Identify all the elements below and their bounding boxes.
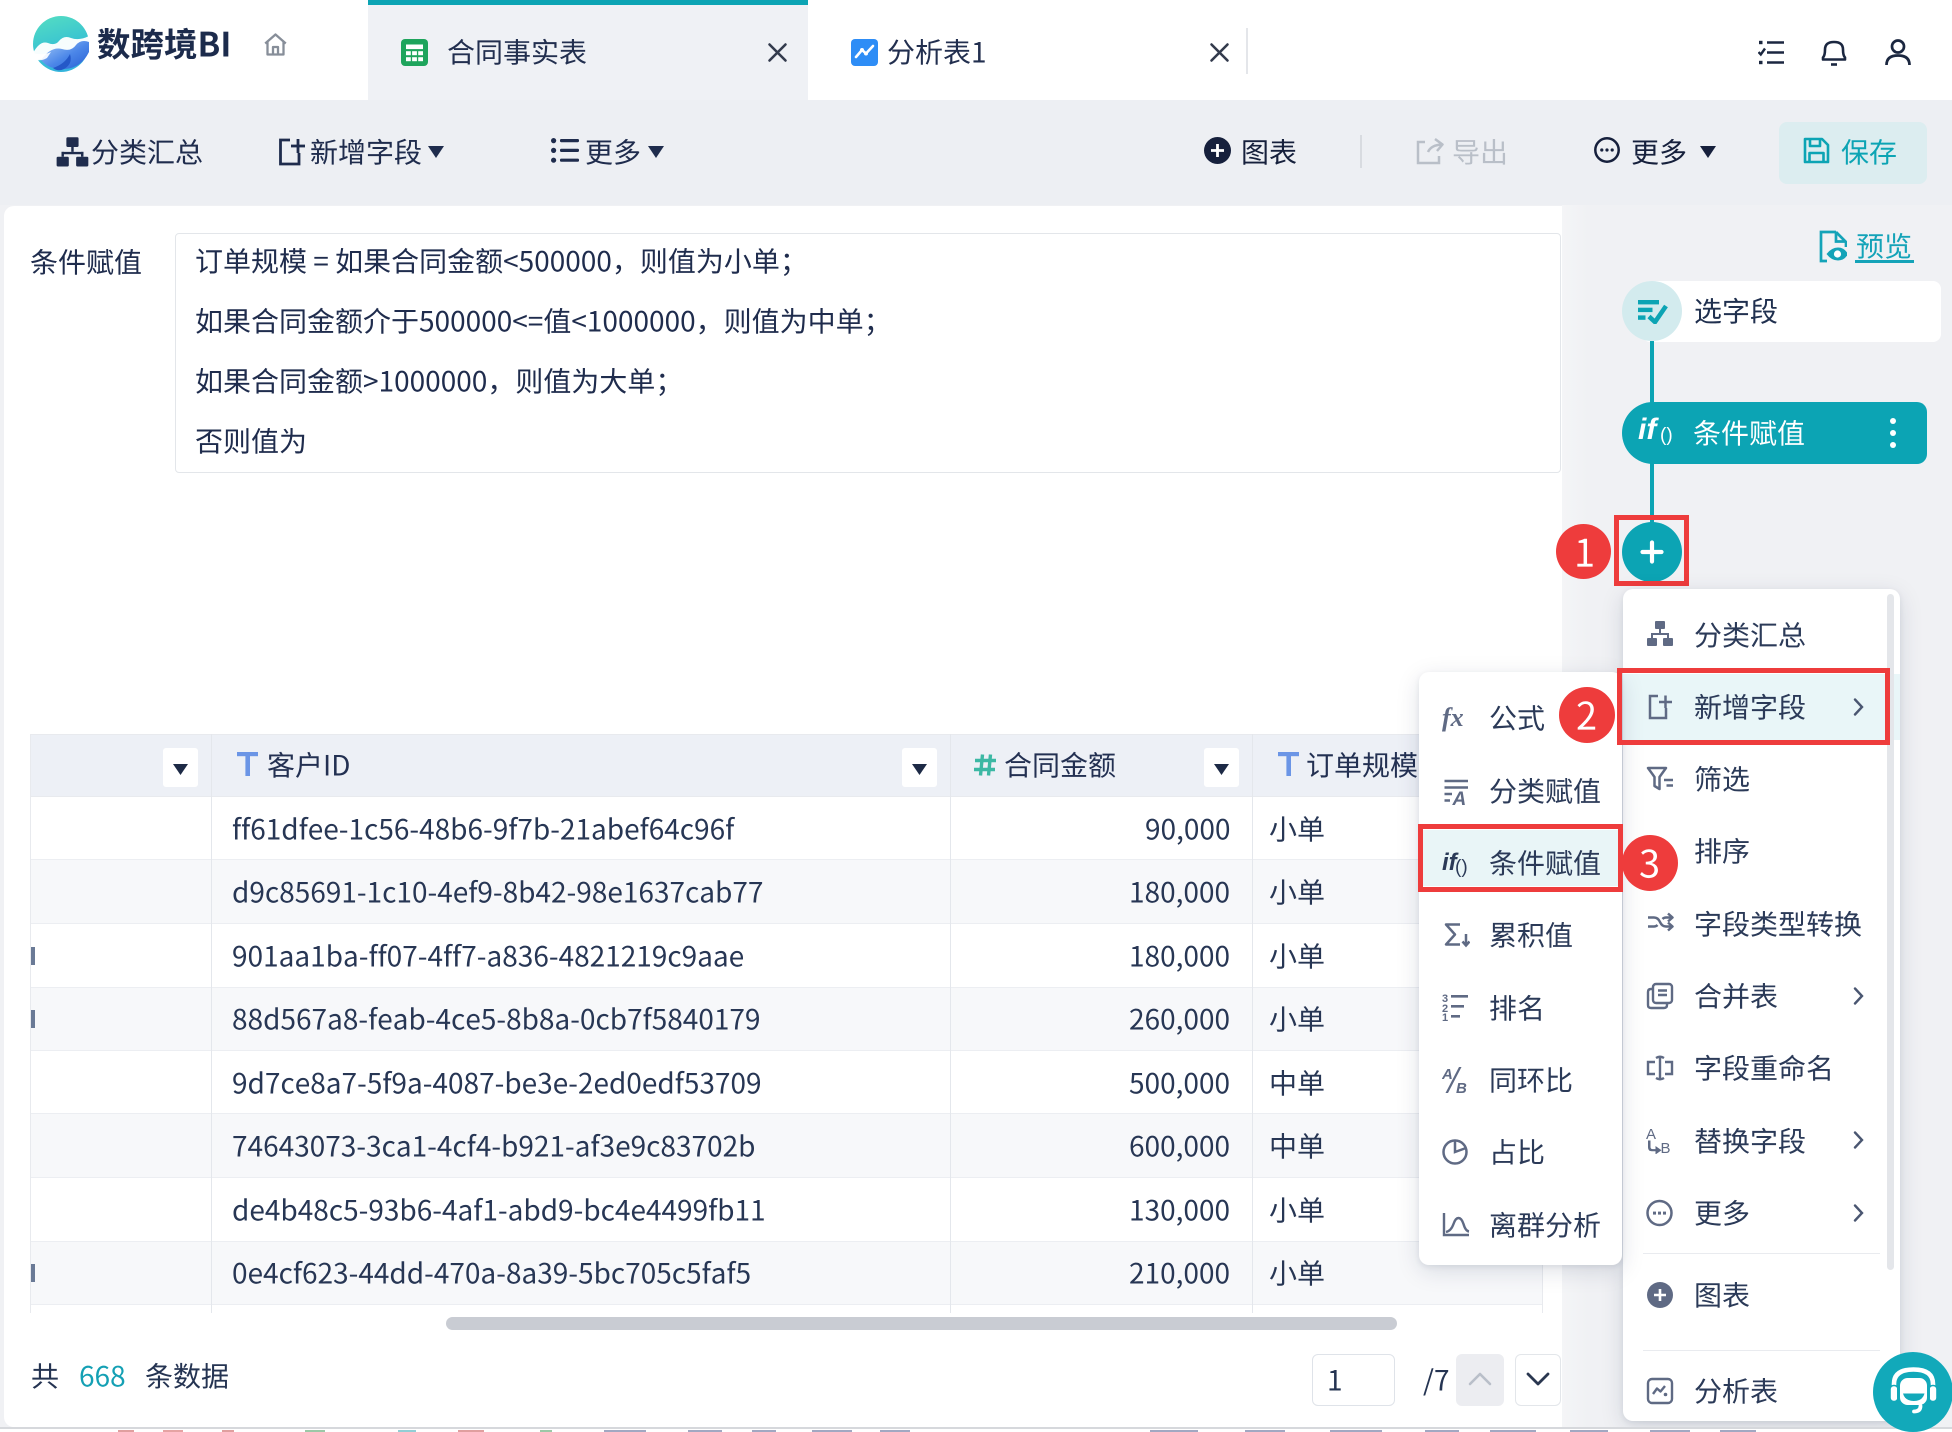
svg-text:B: B <box>1456 1080 1467 1094</box>
svg-text:A: A <box>1442 1066 1453 1083</box>
svg-text:B: B <box>1661 1140 1671 1154</box>
svg-text:A: A <box>1452 789 1467 805</box>
svg-text:1: 1 <box>1442 1012 1448 1021</box>
svg-text:A: A <box>1646 1126 1656 1143</box>
svg-text:fx: fx <box>1442 704 1464 732</box>
